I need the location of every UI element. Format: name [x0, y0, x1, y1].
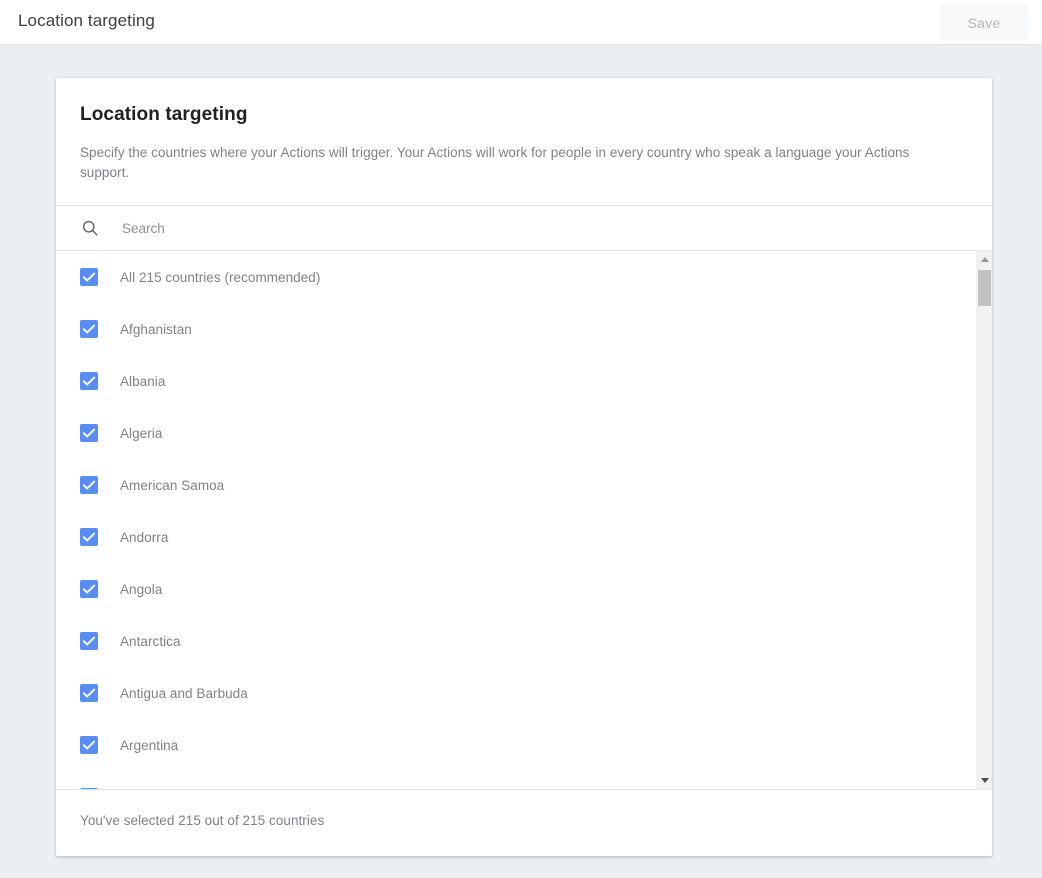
- list-item[interactable]: Angola: [56, 563, 975, 615]
- list-item-label: Antigua and Barbuda: [120, 686, 248, 701]
- scrollbar-thumb[interactable]: [978, 270, 991, 306]
- checkbox-checked-icon[interactable]: [80, 736, 98, 754]
- checkbox-checked-icon[interactable]: [80, 268, 98, 286]
- card-description: Specify the countries where your Actions…: [80, 143, 950, 183]
- list-item-label: Algeria: [120, 426, 162, 441]
- caret-up-icon[interactable]: [976, 251, 992, 268]
- list-item[interactable]: Andorra: [56, 511, 975, 563]
- caret-down-icon[interactable]: [976, 772, 992, 789]
- page-title: Location targeting: [18, 11, 155, 31]
- checkbox-checked-icon[interactable]: [80, 528, 98, 546]
- list-item-label: American Samoa: [120, 478, 224, 493]
- list-item[interactable]: Argentina: [56, 719, 975, 771]
- location-targeting-card: Location targeting Specify the countries…: [56, 78, 992, 856]
- list-item-label: Argentina: [120, 738, 178, 753]
- list-item[interactable]: Antarctica: [56, 615, 975, 667]
- list-item[interactable]: Afghanistan: [56, 303, 975, 355]
- country-list-scrollbar[interactable]: [975, 251, 992, 789]
- list-item-label: Antarctica: [120, 634, 181, 649]
- checkbox-checked-icon[interactable]: [80, 580, 98, 598]
- search-icon: [80, 218, 100, 238]
- country-list-items: All 215 countries (recommended) Afghanist…: [56, 251, 975, 789]
- list-item[interactable]: Albania: [56, 355, 975, 407]
- list-item[interactable]: American Samoa: [56, 459, 975, 511]
- card-header: Location targeting Specify the countries…: [56, 78, 992, 205]
- top-app-bar: Location targeting Save: [0, 0, 1042, 45]
- search-row[interactable]: [56, 205, 992, 251]
- checkbox-checked-icon[interactable]: [80, 684, 98, 702]
- checkbox-checked-icon[interactable]: [80, 788, 98, 789]
- list-item-label: Afghanistan: [120, 322, 192, 337]
- country-list[interactable]: All 215 countries (recommended) Afghanist…: [56, 251, 992, 789]
- list-item-label: Angola: [120, 582, 162, 597]
- checkbox-checked-icon[interactable]: [80, 476, 98, 494]
- checkbox-checked-icon[interactable]: [80, 372, 98, 390]
- list-item-label: All 215 countries (recommended): [120, 270, 320, 285]
- list-item[interactable]: Armenia: [56, 771, 975, 789]
- list-item-label: Andorra: [120, 530, 168, 545]
- card-footer: You've selected 215 out of 215 countries: [56, 789, 992, 851]
- list-item[interactable]: Antigua and Barbuda: [56, 667, 975, 719]
- search-input[interactable]: [122, 213, 992, 243]
- list-item[interactable]: Algeria: [56, 407, 975, 459]
- checkbox-checked-icon[interactable]: [80, 632, 98, 650]
- list-item[interactable]: All 215 countries (recommended): [56, 251, 975, 303]
- selection-status: You've selected 215 out of 215 countries: [80, 813, 324, 828]
- card-title: Location targeting: [80, 104, 968, 126]
- list-item-label: Albania: [120, 374, 165, 389]
- checkbox-checked-icon[interactable]: [80, 424, 98, 442]
- checkbox-checked-icon[interactable]: [80, 320, 98, 338]
- save-button[interactable]: Save: [940, 5, 1028, 41]
